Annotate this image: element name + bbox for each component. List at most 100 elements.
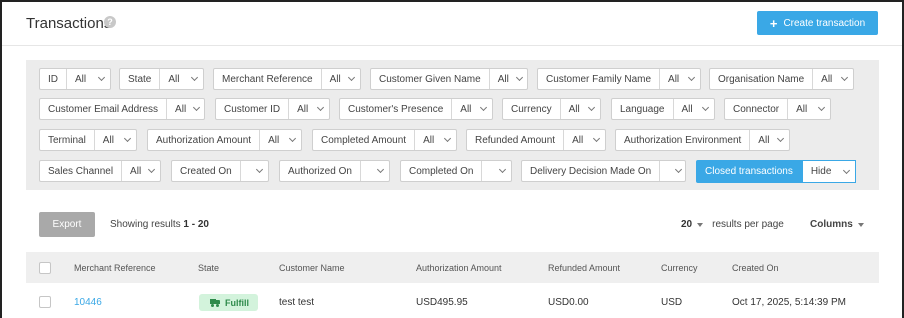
filter-value: All: [681, 103, 693, 115]
chevron-down-icon: [443, 134, 452, 143]
columns-label: Columns: [810, 219, 853, 230]
chevron-down-icon: [515, 73, 523, 82]
filter-label: Authorization Environment: [616, 130, 751, 150]
chevron-down-icon: [675, 165, 683, 174]
filter-language[interactable]: Language All: [611, 98, 715, 120]
chevron-down-icon: [376, 165, 385, 174]
chevron-down-icon: [255, 165, 264, 174]
per-page-label: results per page: [712, 219, 784, 230]
filter-organisation-name[interactable]: Organisation Name All: [709, 68, 854, 90]
filter-label: Customer ID: [216, 99, 290, 119]
column-header-created-on[interactable]: Created On: [732, 263, 779, 273]
chevron-down-icon: [776, 134, 785, 143]
create-transaction-button[interactable]: + Create transaction: [757, 11, 878, 35]
caret-down-icon: [697, 222, 704, 227]
filter-customer-family-name[interactable]: Customer Family Name All: [537, 68, 701, 90]
filter-label: Customer Family Name: [538, 69, 661, 89]
filter-value: All: [796, 103, 808, 115]
row-checkbox[interactable]: [39, 296, 51, 308]
chevron-down-icon: [817, 103, 826, 112]
filter-value: All: [668, 73, 680, 85]
closed-transactions-label[interactable]: Closed transactions: [696, 160, 802, 183]
filter-connector[interactable]: Connector All: [724, 98, 831, 120]
customer-name-cell: test test: [279, 297, 315, 308]
chevron-down-icon: [288, 134, 297, 143]
truck-icon: [210, 299, 220, 307]
filter-completed-on[interactable]: Completed On: [400, 160, 512, 182]
chevron-down-icon: [316, 103, 325, 112]
filter-completed-amount[interactable]: Completed Amount All: [312, 129, 457, 151]
authorization-amount-cell: USD495.95: [416, 297, 468, 308]
chevron-down-icon: [479, 103, 488, 112]
results-per-page[interactable]: 20 results per page: [681, 219, 784, 230]
filter-authorized-on[interactable]: Authorized On: [279, 160, 390, 182]
closed-transactions-filter[interactable]: Closed transactions Hide: [696, 160, 856, 183]
filter-value: All: [568, 103, 580, 115]
filter-value: All: [572, 134, 584, 146]
filter-label: Connector: [725, 99, 789, 119]
chevron-down-icon: [193, 103, 201, 112]
column-header-customer-name[interactable]: Customer Name: [279, 263, 345, 273]
filter-value: All: [130, 165, 142, 177]
filter-value: All: [175, 103, 187, 115]
filter-value: All: [329, 73, 341, 85]
export-button[interactable]: Export: [39, 212, 95, 237]
column-header-merchant-reference[interactable]: Merchant Reference: [74, 263, 156, 273]
chevron-down-icon: [190, 73, 199, 82]
filter-refunded-amount[interactable]: Refunded Amount All: [466, 129, 606, 151]
chevron-down-icon: [701, 103, 710, 112]
columns-button[interactable]: Columns: [810, 219, 873, 230]
column-header-refunded-amount[interactable]: Refunded Amount: [548, 263, 620, 273]
filter-value: All: [75, 73, 87, 85]
filter-currency[interactable]: Currency All: [502, 98, 601, 120]
filter-value: All: [268, 134, 280, 146]
filter-id[interactable]: ID All: [39, 68, 111, 90]
status-badge: Fulfill: [199, 294, 258, 311]
filter-terminal[interactable]: Terminal All: [39, 129, 137, 151]
filter-value: All: [497, 73, 509, 85]
filter-value: All: [821, 73, 833, 85]
column-header-currency[interactable]: Currency: [661, 263, 698, 273]
filter-label: Completed Amount: [313, 130, 416, 150]
filter-customer-given-name[interactable]: Customer Given Name All: [370, 68, 528, 90]
filter-delivery-decision-made-on[interactable]: Delivery Decision Made On: [521, 160, 686, 182]
filter-sales-channel[interactable]: Sales Channel All: [39, 160, 161, 182]
refunded-amount-cell: USD0.00: [548, 297, 589, 308]
filter-authorization-environment[interactable]: Authorization Environment All: [615, 129, 790, 151]
select-all-checkbox[interactable]: [39, 262, 51, 274]
column-header-authorization-amount[interactable]: Authorization Amount: [416, 263, 502, 273]
created-on-cell: Oct 17, 2025, 5:14:39 PM: [732, 297, 846, 308]
filter-customer-email-address[interactable]: Customer Email Address All: [39, 98, 205, 120]
chevron-down-icon: [347, 73, 356, 82]
filter-state[interactable]: State All: [119, 68, 204, 90]
filter-authorization-amount[interactable]: Authorization Amount All: [147, 129, 302, 151]
filter-label: Customer Given Name: [371, 69, 490, 89]
chevron-down-icon: [587, 103, 596, 112]
help-icon[interactable]: ?: [104, 16, 116, 28]
chevron-down-icon: [840, 73, 849, 82]
chevron-down-icon: [842, 166, 850, 174]
filter-label: Customer Email Address: [40, 99, 168, 119]
closed-transactions-select[interactable]: Hide: [801, 160, 856, 183]
filter-value: All: [423, 134, 435, 146]
table-row[interactable]: 10446 Fulfill test test USD495.95 USD0.0…: [26, 283, 879, 318]
column-header-state[interactable]: State: [198, 263, 219, 273]
chevron-down-icon: [498, 165, 507, 174]
per-page-value[interactable]: 20: [681, 219, 692, 230]
status-badge-label: Fulfill: [225, 297, 249, 308]
create-transaction-label: Create transaction: [783, 17, 866, 29]
filter-label: State: [120, 69, 161, 89]
filter-merchant-reference[interactable]: Merchant Reference All: [213, 68, 361, 90]
results-summary: Showing results 1 - 20: [110, 219, 209, 230]
filter-customers-presence[interactable]: Customer's Presence All: [339, 98, 493, 120]
merchant-reference-link[interactable]: 10446: [74, 297, 102, 308]
filter-created-on[interactable]: Created On: [171, 160, 269, 182]
results-prefix: Showing results: [110, 219, 181, 230]
filter-label: ID: [40, 69, 67, 89]
filter-value: All: [168, 73, 180, 85]
filter-customer-id[interactable]: Customer ID All: [215, 98, 330, 120]
filter-label: Created On: [172, 161, 241, 181]
chevron-down-icon: [592, 134, 601, 143]
filter-label: Delivery Decision Made On: [522, 161, 661, 181]
filter-label: Currency: [503, 99, 561, 119]
